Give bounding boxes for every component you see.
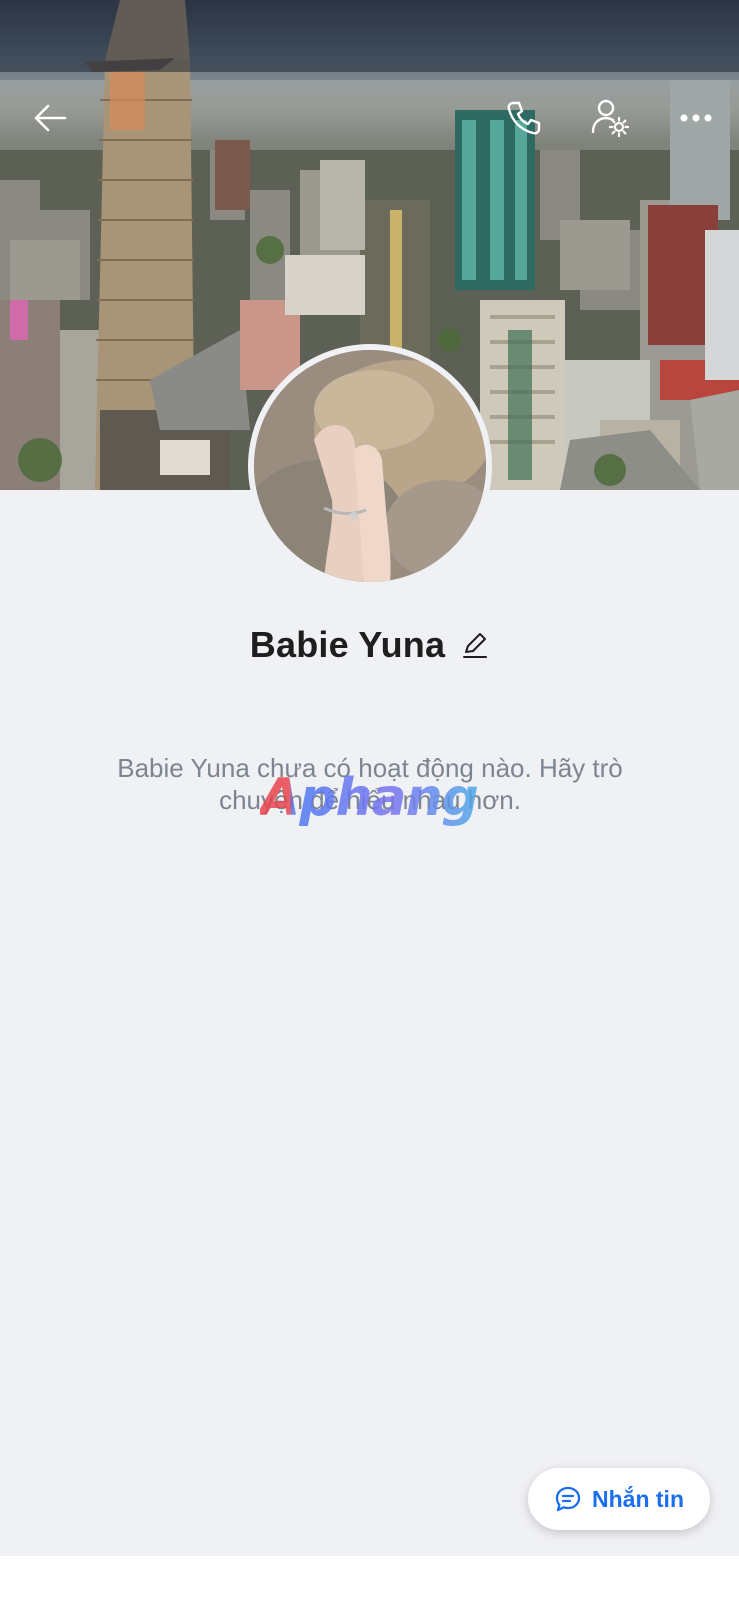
profile-settings-button[interactable]: [586, 94, 634, 142]
watermark-logo: Aphang: [260, 768, 500, 828]
profile-name: Babie Yuna: [249, 624, 446, 665]
back-button[interactable]: [26, 94, 74, 142]
avatar-photo: [254, 350, 486, 582]
status-bar: [0, 0, 739, 72]
user-settings-icon: [591, 99, 630, 138]
profile-toolbar: [0, 80, 739, 154]
avatar-frame: [248, 344, 492, 588]
arrow-left-icon: [34, 104, 67, 132]
bottom-safe-area: [0, 1556, 739, 1600]
more-options-button[interactable]: [672, 94, 720, 142]
pencil-icon[interactable]: [461, 631, 489, 659]
send-message-label: Nhắn tin: [592, 1485, 684, 1512]
profile-name-row: Babie Yuna: [0, 620, 739, 670]
more-dots-icon: [680, 114, 712, 122]
avatar[interactable]: [254, 350, 486, 582]
call-button[interactable]: [500, 94, 548, 142]
chat-bubble-icon: [555, 1486, 581, 1512]
phone-icon: [507, 101, 541, 135]
send-message-button[interactable]: Nhắn tin: [528, 1468, 710, 1530]
